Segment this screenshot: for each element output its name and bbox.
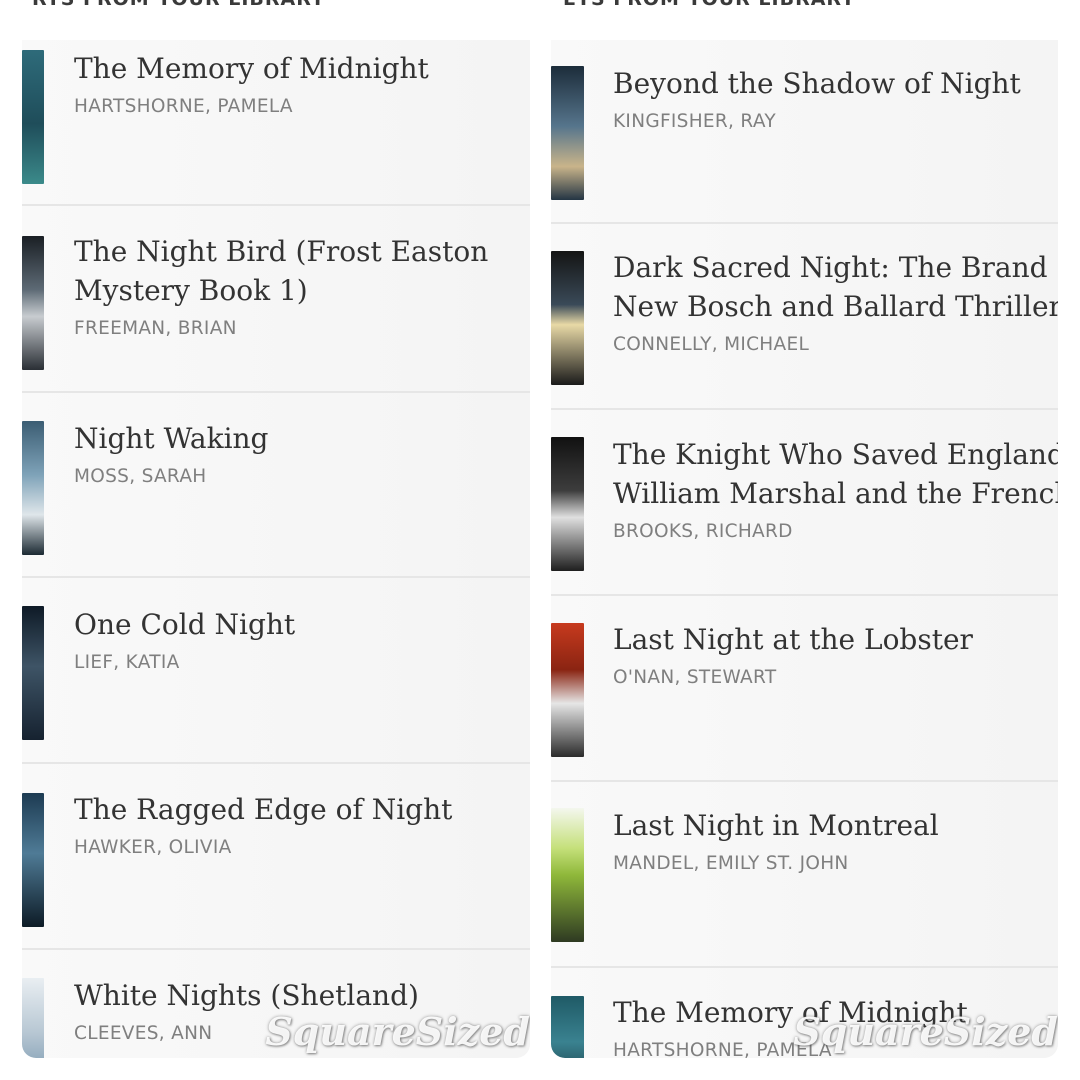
book-title-block[interactable]: The Night Bird (Frost Easton Mystery Boo…: [74, 232, 520, 348]
section-header-label: ETS FROM YOUR LIBRARY: [563, 0, 856, 10]
book-title-block[interactable]: Dark Sacred Night: The Brand New Bosch a…: [613, 248, 1058, 364]
book-cover-thumbnail[interactable]: [22, 421, 44, 555]
book-cover-thumbnail[interactable]: [22, 236, 44, 370]
book-title-line2[interactable]: William Marshal and the French: [613, 477, 1058, 510]
library-list-panel-right: ETS FROM YOUR LIBRARY Beyond the Shadow …: [551, 0, 1058, 1058]
book-cover-thumbnail[interactable]: [551, 251, 584, 385]
list-item[interactable]: The Night Bird (Frost Easton Mystery Boo…: [22, 206, 530, 393]
book-title-block[interactable]: The Memory of Midnight HARTSHORNE, PAMEL…: [74, 49, 520, 126]
book-title[interactable]: Last Night in Montreal: [613, 809, 939, 842]
book-author: BROOKS, RICHARD: [613, 521, 793, 542]
watermark-logo: SquareSized: [265, 1009, 530, 1054]
book-cover-thumbnail[interactable]: [22, 978, 44, 1058]
book-title-block[interactable]: Last Night at the Lobster O'NAN, STEWART: [613, 620, 1058, 697]
book-author: LIEF, KATIA: [74, 652, 180, 673]
library-list-panel-left: RTS FROM YOUR LIBRARY The Memory of Midn…: [22, 0, 530, 1058]
book-cover-thumbnail[interactable]: [551, 66, 584, 200]
book-cover-thumbnail[interactable]: [551, 808, 584, 942]
book-list: Beyond the Shadow of Night KINGFISHER, R…: [551, 40, 1058, 1058]
book-title[interactable]: One Cold Night: [74, 608, 295, 641]
book-cover-thumbnail[interactable]: [22, 793, 44, 927]
book-author: CONNELLY, MICHAEL: [613, 334, 810, 355]
list-item[interactable]: Last Night in Montreal MANDEL, EMILY ST.…: [551, 782, 1058, 968]
book-title[interactable]: Night Waking: [74, 422, 268, 455]
section-header: ETS FROM YOUR LIBRARY: [551, 0, 1058, 40]
book-author: HAWKER, OLIVIA: [74, 837, 232, 858]
book-author: KINGFISHER, RAY: [613, 111, 776, 132]
book-list: The Memory of Midnight HARTSHORNE, PAMEL…: [22, 40, 530, 1058]
book-cover-thumbnail[interactable]: [551, 996, 584, 1058]
section-header-label: RTS FROM YOUR LIBRARY: [32, 0, 326, 10]
book-cover-thumbnail[interactable]: [22, 50, 44, 184]
book-title[interactable]: Last Night at the Lobster: [613, 623, 973, 656]
book-title-block[interactable]: Last Night in Montreal MANDEL, EMILY ST.…: [613, 806, 1058, 883]
section-header: RTS FROM YOUR LIBRARY: [22, 0, 530, 40]
book-title-block[interactable]: Night Waking MOSS, SARAH: [74, 419, 520, 496]
book-author: MOSS, SARAH: [74, 466, 207, 487]
book-author: FREEMAN, BRIAN: [74, 318, 237, 339]
book-title-block[interactable]: Beyond the Shadow of Night KINGFISHER, R…: [613, 64, 1058, 141]
list-item[interactable]: The Knight Who Saved England William Mar…: [551, 410, 1058, 596]
list-item[interactable]: The Ragged Edge of Night HAWKER, OLIVIA: [22, 764, 530, 950]
book-title-line2[interactable]: Mystery Book 1): [74, 274, 308, 307]
book-title[interactable]: The Memory of Midnight: [74, 52, 429, 85]
book-cover-thumbnail[interactable]: [22, 606, 44, 740]
book-title-block[interactable]: The Ragged Edge of Night HAWKER, OLIVIA: [74, 790, 520, 867]
book-title[interactable]: The Ragged Edge of Night: [74, 793, 452, 826]
book-title-block[interactable]: One Cold Night LIEF, KATIA: [74, 605, 520, 682]
book-title[interactable]: Beyond the Shadow of Night: [613, 67, 1021, 100]
book-author: HARTSHORNE, PAMELA: [74, 96, 293, 117]
book-author: MANDEL, EMILY ST. JOHN: [613, 853, 849, 874]
book-cover-thumbnail[interactable]: [551, 437, 584, 571]
book-title[interactable]: The Knight Who Saved England: [613, 438, 1058, 471]
book-title-line2[interactable]: New Bosch and Ballard Thriller.: [613, 290, 1058, 323]
book-title-block[interactable]: The Knight Who Saved England William Mar…: [613, 435, 1058, 551]
watermark-logo: SquareSized: [793, 1009, 1058, 1054]
list-item[interactable]: Night Waking MOSS, SARAH: [22, 393, 530, 578]
list-item[interactable]: One Cold Night LIEF, KATIA: [22, 578, 530, 764]
list-item[interactable]: Beyond the Shadow of Night KINGFISHER, R…: [551, 40, 1058, 224]
book-title[interactable]: The Night Bird (Frost Easton: [74, 235, 488, 268]
book-cover-thumbnail[interactable]: [551, 623, 584, 757]
book-author: O'NAN, STEWART: [613, 667, 777, 688]
list-item[interactable]: Dark Sacred Night: The Brand New Bosch a…: [551, 224, 1058, 410]
list-item[interactable]: The Memory of Midnight HARTSHORNE, PAMEL…: [22, 40, 530, 206]
book-title[interactable]: Dark Sacred Night: The Brand: [613, 251, 1048, 284]
list-item[interactable]: Last Night at the Lobster O'NAN, STEWART: [551, 596, 1058, 782]
